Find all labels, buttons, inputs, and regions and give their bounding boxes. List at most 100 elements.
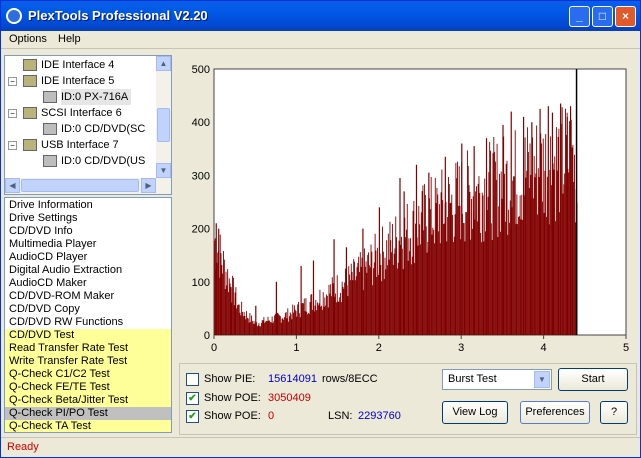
tree-item[interactable]: IDE Interface 5 (41, 73, 114, 89)
menu-bar: Options Help (1, 31, 640, 49)
tree-item[interactable]: ID:0 CD/DVD(SC (61, 121, 145, 137)
pi-bar (571, 147, 573, 335)
function-list[interactable]: Drive Information Drive Settings CD/DVD In… (4, 197, 172, 433)
close-button[interactable]: × (615, 6, 636, 27)
pi-bar (452, 214, 454, 335)
pi-bar (267, 316, 269, 335)
pi-bar (433, 229, 435, 335)
tree-vertical-scrollbar[interactable]: ▲ ▼ (156, 56, 171, 178)
pi-spike (234, 292, 236, 335)
pi-bar (294, 309, 296, 335)
pi-bar (261, 320, 263, 335)
status-text: Ready (7, 441, 39, 453)
tree-item[interactable]: ID:0 PX-716A (61, 89, 132, 105)
scroll-thumb[interactable] (157, 108, 170, 142)
pi-bar (377, 274, 379, 335)
menu-options[interactable]: Options (9, 33, 47, 45)
pi-bar (405, 237, 407, 335)
pi-bar (450, 202, 452, 335)
scroll-down-icon[interactable]: ▼ (156, 163, 171, 178)
function-list-item[interactable]: Digital Audio Extraction (5, 264, 171, 277)
pi-bar (555, 221, 557, 335)
function-list-item[interactable]: Q-Check C1/C2 Test (5, 368, 171, 381)
pi-bar (382, 251, 384, 335)
optical-drive-icon (43, 155, 57, 167)
function-list-item[interactable]: CD/DVD Test (5, 329, 171, 342)
pi-bar (318, 303, 320, 335)
pi-bar (246, 311, 248, 335)
pi-bar (286, 318, 288, 335)
tree-expander-icon[interactable]: − (8, 77, 17, 86)
show-poe-checkbox[interactable]: ✔ (186, 392, 199, 405)
function-list-item[interactable]: Drive Settings (5, 212, 171, 225)
function-list-item[interactable]: Q-Check TA Test (5, 420, 171, 432)
pi-bar (448, 177, 449, 335)
scroll-up-icon[interactable]: ▲ (156, 56, 171, 71)
tree-item[interactable]: IDE Interface 4 (41, 57, 114, 73)
function-list-item[interactable]: CD/DVD RW Functions (5, 316, 171, 329)
pi-bar (222, 273, 224, 335)
pie-unit: rows/8ECC (322, 373, 378, 385)
function-list-item[interactable]: Q-Check FE/TE Test (5, 381, 171, 394)
function-list-item[interactable]: AudioCD Maker (5, 277, 171, 290)
pi-bar (470, 239, 472, 335)
pi-bar (423, 230, 425, 335)
tree-item[interactable]: USB Interface 7 (41, 137, 119, 153)
pi-bar (440, 192, 442, 335)
function-list-item[interactable]: Drive Information (5, 199, 171, 212)
preferences-button[interactable]: Preferences (520, 401, 590, 424)
pi-bar (434, 177, 436, 335)
minimize-button[interactable]: _ (569, 6, 590, 27)
help-button[interactable]: ? (600, 401, 628, 424)
pi-bar (478, 176, 480, 335)
scroll-right-icon[interactable]: ▶ (141, 178, 156, 193)
maximize-button[interactable]: □ (592, 6, 613, 27)
show-pie-checkbox[interactable] (186, 373, 199, 386)
view-log-button[interactable]: View Log (442, 401, 508, 424)
tree-expander-icon[interactable]: − (8, 109, 17, 118)
pi-bar (359, 252, 361, 335)
pi-bar (529, 143, 531, 335)
function-list-item[interactable]: Write Transfer Rate Test (5, 355, 171, 368)
function-list-item[interactable]: Multimedia Player (5, 238, 171, 251)
tree-item[interactable]: SCSI Interface 6 (41, 105, 122, 121)
pi-spike (569, 106, 572, 335)
pi-bar (266, 321, 268, 335)
function-list-item[interactable]: Q-Check Beta/Jitter Test (5, 394, 171, 407)
x-tick-label: 3 (458, 342, 464, 354)
pi-bar (430, 177, 432, 335)
function-list-item[interactable]: CD/DVD-ROM Maker (5, 290, 171, 303)
tree-horizontal-scrollbar[interactable]: ◀ ▶ (5, 178, 171, 194)
pi-bar (237, 305, 238, 335)
pi-bar (375, 250, 377, 335)
pi-bar (449, 203, 451, 335)
pi-bar (396, 237, 398, 335)
pi-bar (501, 198, 503, 335)
function-list-item[interactable]: Read Transfer Rate Test (5, 342, 171, 355)
pi-bar (561, 107, 563, 335)
scroll-left-icon[interactable]: ◀ (5, 178, 20, 193)
pi-bar (302, 303, 304, 335)
pi-bar (307, 314, 309, 335)
tree-item[interactable]: ID:0 CD/DVD(US (61, 153, 145, 169)
function-list-item[interactable]: Q-Check PI/PO Test (5, 407, 171, 420)
pi-spike (539, 108, 541, 336)
title-bar[interactable]: PlexTools Professional V2.20 _ □ × (1, 1, 640, 31)
function-list-item[interactable]: AudioCD Player (5, 251, 171, 264)
show-poe-failures-checkbox[interactable]: ✔ (186, 410, 199, 423)
menu-help[interactable]: Help (58, 33, 81, 45)
pi-bar (214, 238, 216, 335)
function-list-item[interactable]: CD/DVD Info (5, 225, 171, 238)
start-button[interactable]: Start (558, 368, 628, 391)
function-list-item[interactable]: CD/DVD Copy (5, 303, 171, 316)
test-type-select[interactable]: Burst Test ▼ (442, 369, 552, 390)
pi-bar (323, 306, 325, 335)
h-scroll-thumb[interactable] (21, 179, 139, 192)
pi-bar (298, 313, 300, 335)
pi-bar (441, 169, 443, 335)
device-tree[interactable]: IDE Interface 4 − IDE Interface 5 ID:0 PX-7… (4, 55, 172, 195)
pi-bar (241, 301, 243, 335)
chevron-down-icon[interactable]: ▼ (534, 371, 550, 388)
pi-bar (293, 305, 295, 335)
tree-expander-icon[interactable]: − (8, 141, 17, 150)
